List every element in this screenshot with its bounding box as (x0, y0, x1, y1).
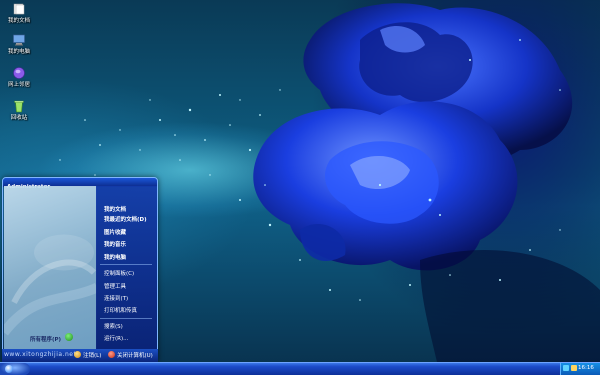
tray-volume-icon[interactable] (571, 365, 577, 371)
windows-orb-icon (5, 365, 13, 373)
computer-icon (13, 34, 25, 46)
menu-item-connect-to[interactable]: 连接到(T) (104, 294, 128, 302)
desktop-icon-label: 我的电脑 (7, 49, 30, 55)
taskbar-clock[interactable]: 16:16 (578, 365, 594, 371)
shut-down-button[interactable]: 关闭计算机(U) (108, 351, 153, 360)
documents-folder-icon (13, 3, 25, 15)
menu-separator (100, 264, 152, 265)
desktop-icon-recycle-bin[interactable]: 回收站 (0, 99, 38, 122)
power-icon (108, 351, 115, 358)
menu-item-admin-tools[interactable]: 管理工具 (104, 282, 126, 290)
menu-separator (100, 318, 152, 319)
recycle-bin-icon (14, 100, 24, 113)
taskbar (0, 362, 600, 375)
desktop-icon-network[interactable]: 网上邻居 (0, 66, 38, 89)
menu-item-run[interactable]: 运行(R)... (104, 334, 128, 342)
start-menu-left-pane (4, 186, 97, 349)
menu-item-control-panel[interactable]: 控制面板(C) (104, 269, 134, 277)
menu-item-my-pictures[interactable]: 图片收藏 (104, 228, 126, 236)
menu-item-recent-documents[interactable]: 我最近的文档(D) (104, 215, 147, 223)
menu-item-my-documents[interactable]: 我的文档 (104, 205, 126, 213)
log-off-icon (74, 351, 81, 358)
shut-down-label: 关闭计算机(U) (117, 353, 153, 359)
desktop-icon-label: 我的文档 (7, 18, 30, 24)
network-icon (13, 67, 25, 79)
desktop-icon-my-computer[interactable]: 我的电脑 (0, 33, 38, 56)
menu-item-search[interactable]: 搜索(S) (104, 322, 123, 330)
menu-item-my-computer[interactable]: 我的电脑 (104, 253, 126, 261)
desktop-icon-my-documents[interactable]: 我的文档 (0, 2, 38, 25)
menu-item-my-music[interactable]: 我的音乐 (104, 240, 126, 248)
all-programs-button[interactable]: 所有程序(P) (30, 335, 61, 343)
log-off-label: 注销(L) (83, 353, 102, 359)
all-programs-arrow-icon[interactable] (65, 333, 73, 341)
start-button[interactable] (0, 363, 30, 375)
site-watermark: www.xitongzhijia.net (4, 351, 77, 358)
desktop-icon-label: 网上邻居 (7, 82, 30, 88)
desktop-icon-label: 回收站 (10, 115, 28, 121)
tray-network-icon[interactable] (563, 365, 569, 371)
log-off-button[interactable]: 注销(L) (74, 351, 101, 360)
menu-item-printers-faxes[interactable]: 打印机和传真 (104, 306, 137, 314)
